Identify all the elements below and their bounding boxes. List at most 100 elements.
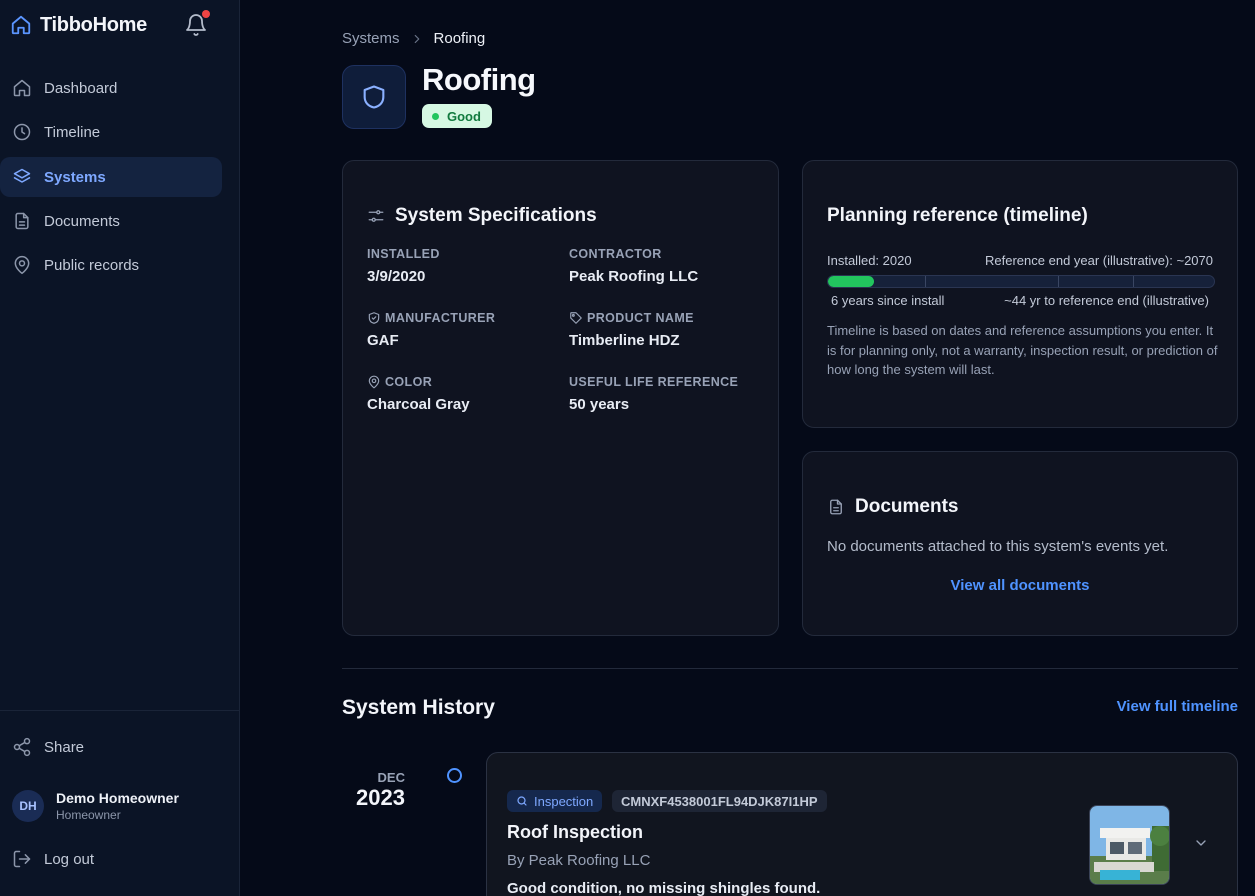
shield-check-icon [368,312,380,324]
event-thumbnail[interactable] [1089,805,1170,885]
sidebar-item-label: Dashboard [44,79,118,97]
sidebar-item-label: Systems [44,168,106,186]
user-profile[interactable]: DH Demo Homeowner Homeowner [12,789,179,823]
sliders-icon [368,210,384,222]
documents-empty-message: No documents attached to this system's e… [827,538,1169,555]
system-icon-tile [342,65,406,129]
progress-tick [924,276,926,287]
search-icon [517,796,527,806]
spec-label-row: COLOR [367,374,470,390]
share-button[interactable]: Share [12,736,84,758]
planning-note: Timeline is based on dates and reference… [827,323,1218,377]
logout-button[interactable]: Log out [12,848,94,870]
logout-label: Log out [44,850,95,868]
spec-value: Timberline HDZ [569,332,680,349]
spec-installed: INSTALLED 3/9/2020 [367,246,440,285]
progress-tick [1057,276,1059,287]
breadcrumb-link-systems[interactable]: Systems [342,30,400,47]
spec-useful-life: USEFUL LIFE REFERENCE 50 years [569,374,738,413]
sidebar-item-label: Documents [44,212,120,230]
spec-value: Charcoal Gray [367,396,470,413]
spec-label-row: MANUFACTURER [367,310,495,326]
home-icon [13,79,31,97]
planning-progress-bar [827,275,1215,288]
planning-title: Planning reference (timeline) [827,205,1088,226]
spec-label: CONTRACTOR [569,247,662,261]
sidebar-item-dashboard[interactable]: Dashboard [0,68,222,108]
event-card[interactable]: Inspection CMNXF4538001FL94DJK87I1HP Roo… [486,752,1238,896]
specs-title: System Specifications [395,205,597,226]
timeline-marker [447,768,462,783]
spec-label: COLOR [385,375,433,389]
document-icon [15,212,29,230]
chevron-right-icon [414,34,419,43]
logout-icon [13,850,31,868]
event-type-label: Inspection [534,793,594,809]
spec-color: COLOR Charcoal Gray [367,374,470,413]
planning-elapsed-row: 6 years since install ~44 yr to referenc… [831,293,1209,308]
notification-badge [202,10,210,18]
status-dot [432,112,439,120]
view-all-documents-link[interactable]: View all documents [803,577,1237,594]
clock-icon [13,123,31,141]
spec-product-name: PRODUCT NAME Timberline HDZ [569,310,694,349]
document-icon [830,499,842,515]
status-badge: Good [422,104,492,128]
breadcrumb: Systems Roofing [342,30,485,47]
planning-since: 6 years since install [831,293,945,308]
sidebar-item-timeline[interactable]: Timeline [0,112,222,152]
planning-range-row: Installed: 2020 Reference end year (illu… [827,253,1213,268]
event-type-tag: Inspection [507,790,603,812]
shield-icon [363,85,385,109]
spec-value: 3/9/2020 [367,268,426,285]
layers-icon [13,168,31,183]
specs-card: System Specifications INSTALLED 3/9/2020… [342,160,779,636]
event-contractor: By Peak Roofing LLC [507,852,651,869]
status-label: Good [447,108,481,124]
view-full-timeline-link[interactable]: View full timeline [1000,698,1238,715]
chevron-down-icon[interactable] [1193,835,1209,851]
spec-contractor: CONTRACTOR Peak Roofing LLC [569,246,698,285]
house-photo [1090,806,1169,884]
event-year: 2023 [356,785,405,810]
brand-logo[interactable]: TibboHome [10,12,147,38]
documents-title: Documents [855,496,959,517]
home-icon [11,15,31,35]
event-id-tag: CMNXF4538001FL94DJK87I1HP [612,790,827,812]
sidebar-divider [0,710,240,711]
page-title: Roofing [422,62,536,97]
map-pin-icon [14,255,30,275]
share-label: Share [44,738,85,756]
documents-title-row: Documents [827,496,958,518]
planning-card: Planning reference (timeline) Installed:… [802,160,1238,428]
sidebar-item-documents[interactable]: Documents [0,201,222,241]
event-title: Roof Inspection [507,822,643,842]
planning-end: Reference end year (illustrative): ~2070 [985,253,1213,268]
planning-installed: Installed: 2020 [827,253,912,268]
history-title: System History [342,696,495,719]
sidebar: TibboHome Dashboard Timeline Systems Doc… [0,0,240,896]
share-icon [13,737,31,757]
tag-icon [570,312,582,324]
progress-tick [1132,276,1134,287]
spec-value: GAF [367,332,399,349]
spec-value: Peak Roofing LLC [569,268,699,285]
spec-label: INSTALLED [367,247,440,261]
sidebar-item-label: Timeline [44,123,101,141]
sidebar-item-label: Public records [44,256,140,274]
spec-value: 50 years [569,396,630,413]
sidebar-item-public-records[interactable]: Public records [0,245,222,285]
spec-manufacturer: MANUFACTURER GAF [367,310,495,349]
user-name: Demo Homeowner [56,790,179,806]
user-role: Homeowner [56,808,121,822]
documents-card: Documents No documents attached to this … [802,451,1238,636]
specs-title-row: System Specifications [367,205,597,227]
spec-label-row: PRODUCT NAME [569,310,694,326]
spec-label: MANUFACTURER [385,311,496,325]
breadcrumb-current: Roofing [433,30,486,47]
planning-remaining: ~44 yr to reference end (illustrative) [1004,293,1209,308]
sidebar-item-systems[interactable]: Systems [0,157,222,197]
spec-label: PRODUCT NAME [587,311,694,325]
avatar: DH [12,790,44,822]
section-divider [342,668,1238,669]
